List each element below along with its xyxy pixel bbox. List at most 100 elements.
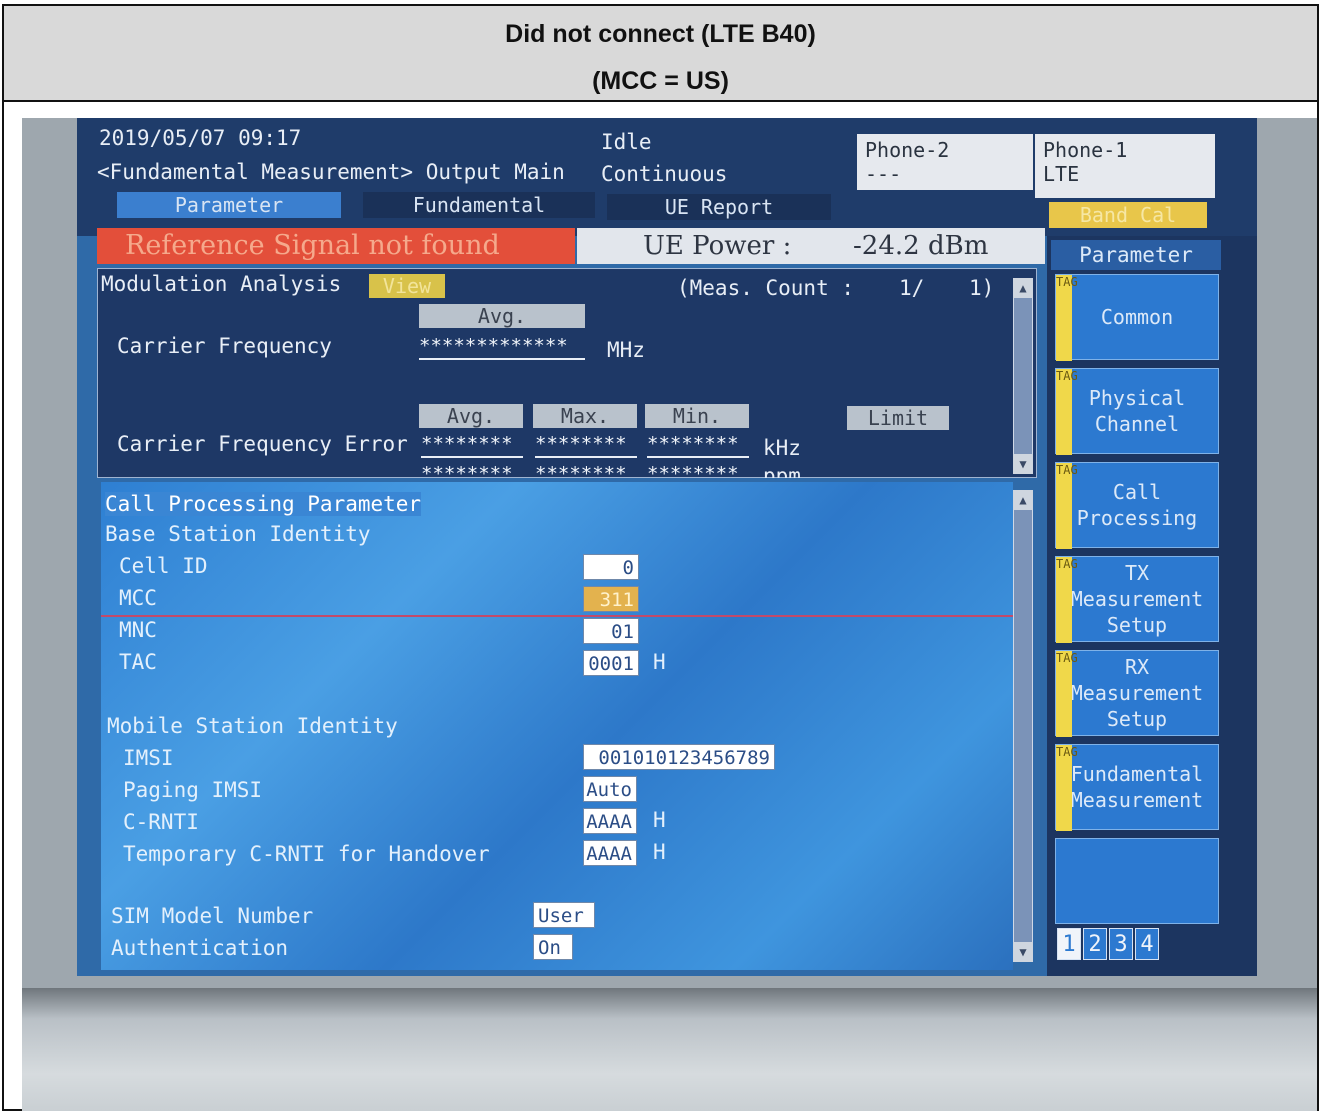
c-rnti-field[interactable]: AAAA xyxy=(583,808,637,834)
side-button-label: Measurement xyxy=(1070,681,1204,705)
reference-signal-banner: Reference Signal not found xyxy=(97,228,575,264)
mcc-highlight-line xyxy=(101,615,1013,617)
band-cal-button[interactable]: Band Cal xyxy=(1049,202,1207,228)
page-3-button[interactable]: 3 xyxy=(1109,928,1133,960)
screen-title: <Fundamental Measurement> Output Main xyxy=(97,160,565,184)
tag-indicator: TAG xyxy=(1056,369,1078,455)
page-1-button[interactable]: 1 xyxy=(1057,928,1081,960)
instrument-screen: 2019/05/07 09:17 Idle <Fundamental Measu… xyxy=(77,118,1257,976)
side-button-label: Processing xyxy=(1076,506,1198,530)
measurement-mode: Continuous xyxy=(601,162,728,186)
instrument-bezel xyxy=(22,988,1317,1111)
tag-indicator: TAG xyxy=(1056,463,1078,549)
side-button-label: Measurement xyxy=(1070,788,1204,812)
call-processing-scroll-down-icon[interactable]: ▼ xyxy=(1013,942,1033,962)
cfe-label: Carrier Frequency Error xyxy=(117,432,408,456)
modulation-scroll-down-icon[interactable]: ▼ xyxy=(1013,454,1033,474)
cfe-avg-value-2: ******** xyxy=(421,462,513,478)
sim-model-number-field[interactable]: User xyxy=(533,902,595,928)
tab-fundamental[interactable]: Fundamental xyxy=(363,192,595,218)
paging-imsi-label: Paging IMSI xyxy=(123,778,263,802)
ue-power-value: -24.2 dBm xyxy=(853,231,989,261)
cfe-min-value: ******** xyxy=(647,432,749,458)
cfe-max-header: Max. xyxy=(533,404,637,428)
tag-indicator: TAG xyxy=(1056,275,1078,361)
page-4-button[interactable]: 4 xyxy=(1135,928,1159,960)
phone-2-panel: Phone-2 --- xyxy=(857,134,1033,190)
limit-button[interactable]: Limit xyxy=(847,406,949,430)
tac-label: TAC xyxy=(119,650,157,674)
cfe-unit-2: ppm xyxy=(763,464,801,478)
datetime: 2019/05/07 09:17 xyxy=(99,126,302,150)
side-menu-header: Parameter xyxy=(1051,240,1221,270)
side-button-common[interactable]: TAG Common xyxy=(1055,274,1219,361)
imsi-label: IMSI xyxy=(123,746,174,770)
side-button-physical-channel[interactable]: TAG Physical Channel xyxy=(1055,368,1219,455)
authentication-field[interactable]: On xyxy=(533,934,573,960)
side-button-label: Physical xyxy=(1088,386,1186,410)
cfe-min-value-2: ******** xyxy=(647,462,739,478)
call-processing-scrollbar[interactable] xyxy=(1013,490,1033,962)
ue-power-label: UE Power : xyxy=(643,231,792,261)
mobile-station-identity-heading: Mobile Station Identity xyxy=(107,714,398,738)
c-rnti-unit: H xyxy=(653,808,666,832)
call-state: Idle xyxy=(601,130,652,154)
phone-2-value: --- xyxy=(865,162,902,186)
caption-line-2: (MCC = US) xyxy=(592,67,729,95)
instrument-photo: 2019/05/07 09:17 Idle <Fundamental Measu… xyxy=(22,118,1317,1111)
cfe-row-2: ******** ******** ******** ppm xyxy=(417,462,887,478)
carrier-frequency-label: Carrier Frequency xyxy=(117,334,332,358)
side-button-label: Setup xyxy=(1106,613,1168,637)
modulation-scrollbar[interactable] xyxy=(1013,278,1033,474)
cell-id-label: Cell ID xyxy=(119,554,208,578)
temp-c-rnti-label: Temporary C-RNTI for Handover xyxy=(123,842,490,866)
side-menu: Parameter TAG Common TAG Physical Channe… xyxy=(1047,236,1257,976)
phone-1-value: LTE xyxy=(1043,162,1080,186)
tag-indicator: TAG xyxy=(1056,651,1078,737)
temp-c-rnti-field[interactable]: AAAA xyxy=(583,840,637,866)
paging-imsi-field[interactable]: Auto xyxy=(583,776,637,802)
side-button-label: Measurement xyxy=(1070,587,1204,611)
tab-parameter[interactable]: Parameter xyxy=(117,192,341,218)
carrier-frequency-unit: MHz xyxy=(607,338,645,362)
side-button-label: TX xyxy=(1124,561,1150,585)
side-button-tx-measurement-setup[interactable]: TAG TX Measurement Setup xyxy=(1055,556,1219,643)
cfe-avg-value: ******** xyxy=(421,432,523,458)
side-button-label: Call xyxy=(1112,480,1162,504)
side-button-call-processing[interactable]: TAG Call Processing xyxy=(1055,462,1219,549)
call-processing-scroll-up-icon[interactable]: ▲ xyxy=(1013,490,1033,510)
side-button-label: Setup xyxy=(1106,707,1168,731)
page-2-button[interactable]: 2 xyxy=(1083,928,1107,960)
meas-count-value: 1/ xyxy=(899,276,925,300)
meas-count-total: 1) xyxy=(969,276,995,300)
side-button-label: Channel xyxy=(1094,412,1180,436)
tag-indicator: TAG xyxy=(1056,557,1078,643)
caption-line-1: Did not connect (LTE B40) xyxy=(505,20,816,48)
side-button-label: RX xyxy=(1124,655,1150,679)
view-button[interactable]: View xyxy=(369,274,445,298)
cfe-min-header: Min. xyxy=(645,404,749,428)
modulation-analysis-title: Modulation Analysis xyxy=(101,272,342,296)
mcc-field[interactable]: 311 xyxy=(583,586,639,612)
call-processing-title: Call Processing Parameter xyxy=(105,492,422,516)
cell-id-field[interactable]: 0 xyxy=(583,554,639,580)
carrier-frequency-value: ************* xyxy=(419,334,585,360)
side-button-empty[interactable] xyxy=(1055,838,1219,924)
mnc-field[interactable]: 01 xyxy=(583,618,639,644)
cfe-max-value-2: ******** xyxy=(535,462,627,478)
side-button-common-label: Common xyxy=(1100,305,1174,329)
side-button-label: Fundamental xyxy=(1070,762,1204,786)
side-button-fundamental-measurement[interactable]: TAG Fundamental Measurement xyxy=(1055,744,1219,831)
side-button-rx-measurement-setup[interactable]: TAG RX Measurement Setup xyxy=(1055,650,1219,737)
tab-ue-report[interactable]: UE Report xyxy=(607,194,831,220)
cfe-avg-header: Avg. xyxy=(419,404,523,428)
ue-power-readout: UE Power : -24.2 dBm xyxy=(577,228,1045,264)
caption: Did not connect (LTE B40) (MCC = US) xyxy=(4,6,1317,102)
phone-1-label: Phone-1 xyxy=(1043,138,1128,162)
imsi-field[interactable]: 001010123456789 xyxy=(583,744,775,770)
cfe-unit: kHz xyxy=(763,436,801,460)
avg-header: Avg. xyxy=(419,304,585,328)
modulation-scroll-up-icon[interactable]: ▲ xyxy=(1013,278,1033,298)
phone-1-panel: Phone-1 LTE xyxy=(1035,134,1215,198)
tac-field[interactable]: 0001 xyxy=(583,650,639,676)
